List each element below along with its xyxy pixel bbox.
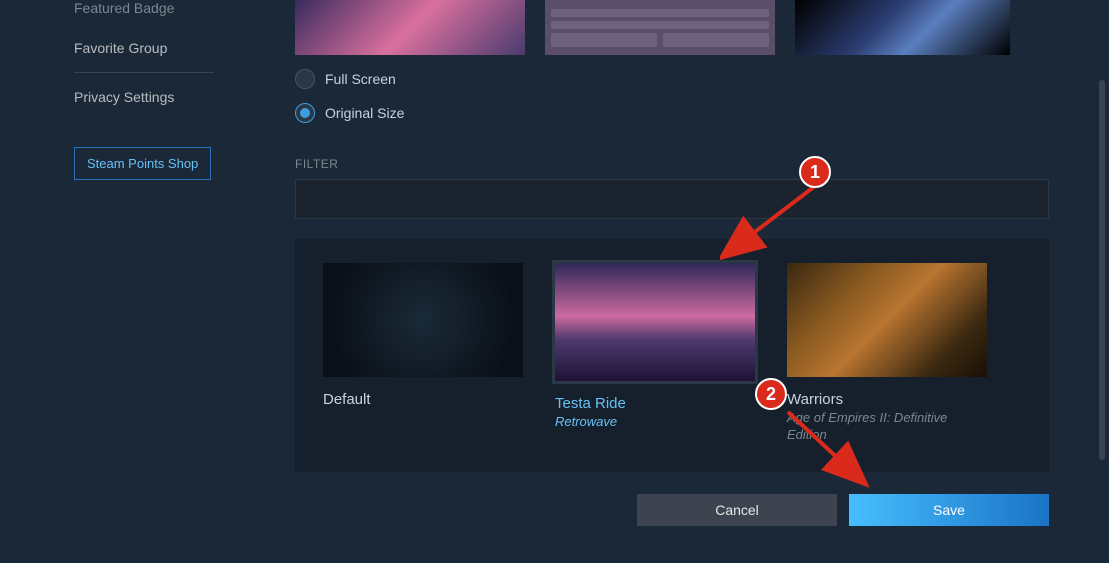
sidebar-divider [74, 72, 214, 73]
steam-points-shop-button[interactable]: Steam Points Shop [74, 147, 211, 180]
background-title: Default [323, 391, 523, 408]
sidebar-item-favorite-group[interactable]: Favorite Group [74, 28, 275, 68]
annotation-badge-2: 2 [755, 378, 787, 410]
profile-edit-window: Featured Badge Favorite Group Privacy Se… [0, 0, 1109, 563]
background-thumb [555, 263, 755, 381]
preview-row [295, 0, 1049, 55]
sidebar-item-featured-badge[interactable]: Featured Badge [74, 0, 275, 28]
background-title: Testa Ride [555, 395, 755, 412]
background-title: Warriors [787, 391, 987, 408]
annotation-badge-1: 1 [799, 156, 831, 188]
action-row: Cancel Save [295, 494, 1049, 526]
radio-original-size[interactable]: Original Size [295, 103, 1049, 123]
preview-thumb-extra [795, 0, 1010, 55]
radio-circle-icon [295, 103, 315, 123]
background-item-warriors[interactable]: Warriors Age of Empires II: Definitive E… [787, 263, 987, 444]
preview-thumb-fullscreen [295, 0, 525, 55]
radio-label: Full Screen [325, 71, 396, 87]
scrollbar[interactable] [1099, 80, 1105, 460]
background-thumb [787, 263, 987, 377]
radio-label: Original Size [325, 105, 404, 121]
filter-input[interactable] [295, 179, 1049, 219]
background-grid: Default Testa Ride Retrowave Warriors Ag… [295, 239, 1049, 472]
radio-full-screen[interactable]: Full Screen [295, 69, 1049, 89]
display-mode-radio-group: Full Screen Original Size [295, 69, 1049, 137]
save-button[interactable]: Save [849, 494, 1049, 526]
preview-thumb-original [545, 0, 775, 55]
background-item-testa-ride[interactable]: Testa Ride Retrowave [555, 263, 755, 444]
background-thumb [323, 263, 523, 377]
background-subtitle: Age of Empires II: Definitive Edition [787, 410, 987, 444]
main-content: Full Screen Original Size FILTER Default… [275, 0, 1109, 563]
sidebar-item-privacy-settings[interactable]: Privacy Settings [74, 77, 275, 117]
sidebar: Featured Badge Favorite Group Privacy Se… [0, 0, 275, 563]
radio-circle-icon [295, 69, 315, 89]
cancel-button[interactable]: Cancel [637, 494, 837, 526]
radio-dot-icon [300, 108, 310, 118]
background-subtitle: Retrowave [555, 414, 755, 431]
background-item-default[interactable]: Default [323, 263, 523, 444]
filter-label: FILTER [295, 157, 1049, 171]
